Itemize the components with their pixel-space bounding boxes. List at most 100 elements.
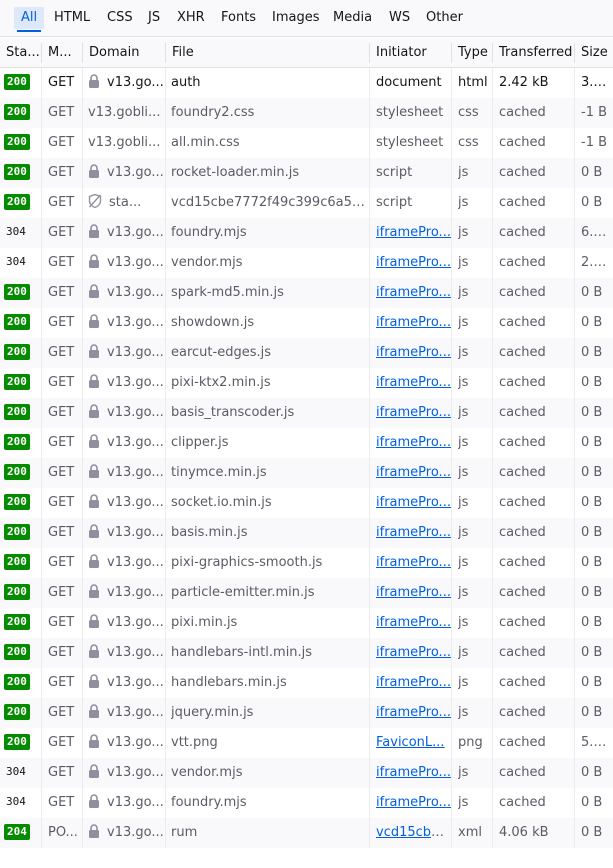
- cell-transferred: cached: [499, 735, 546, 750]
- request-row[interactable]: 200 GET v13.go... particle-emitter.min.js if…: [0, 578, 613, 608]
- status-badge: 200: [4, 343, 30, 360]
- column-divider: [41, 698, 42, 728]
- domain-text: v13.go...: [107, 555, 164, 570]
- initiator-link[interactable]: iframePro...: [376, 795, 451, 810]
- filter-tab-images[interactable]: Images: [265, 7, 327, 29]
- request-row[interactable]: 200 GET v13.go... pixi-ktx2.min.js iframePro…: [0, 368, 613, 398]
- column-divider: [165, 218, 166, 248]
- initiator-link[interactable]: iframePro...: [376, 285, 451, 300]
- request-row[interactable]: 200 GET v13.go... pixi.min.js iframePro... js…: [0, 608, 613, 638]
- column-header-method[interactable]: M...: [42, 38, 82, 67]
- request-row[interactable]: 304 GET v13.go... vendor.mjs iframePro... js c…: [0, 758, 613, 788]
- initiator-link[interactable]: iframePro...: [376, 375, 451, 390]
- request-row[interactable]: 200 GET v13.go... spark-md5.min.js iframePro…: [0, 278, 613, 308]
- column-divider: [369, 338, 370, 368]
- cell-transferred: cached: [499, 315, 546, 330]
- request-row[interactable]: 200 GET v13.go... auth document html 2.42 kB 3.…: [0, 68, 613, 98]
- lock-icon: [89, 554, 99, 568]
- cell-status: 304: [4, 758, 40, 788]
- request-row[interactable]: 200 GET v13.go... rocket-loader.min.js scrip…: [0, 158, 613, 188]
- column-divider: [41, 308, 42, 338]
- request-row[interactable]: 200 GET v13.go... basis.min.js iframePro... j…: [0, 518, 613, 548]
- cell-status: 200: [4, 68, 40, 98]
- column-divider: [574, 158, 575, 188]
- initiator-link[interactable]: iframePro...: [376, 315, 451, 330]
- column-header-transferred[interactable]: Transferred: [493, 38, 574, 67]
- filter-tab-js[interactable]: JS: [141, 7, 167, 29]
- initiator-link[interactable]: iframePro...: [376, 645, 451, 660]
- column-header-initiator[interactable]: Initiator: [370, 38, 451, 67]
- filter-tab-ws[interactable]: WS: [382, 7, 417, 29]
- request-row[interactable]: 200 GET v13.go... handlebars.min.js iframePr…: [0, 668, 613, 698]
- column-divider: [369, 578, 370, 608]
- initiator-link[interactable]: iframePro...: [376, 675, 451, 690]
- request-row[interactable]: 200 GET v13.go... pixi-graphics-smooth.js if…: [0, 548, 613, 578]
- cell-method: GET: [48, 285, 75, 300]
- domain-text: v13.go...: [107, 525, 164, 540]
- cell-transferred: cached: [499, 585, 546, 600]
- cell-transferred: cached: [499, 555, 546, 570]
- column-header-status[interactable]: Sta...: [0, 38, 40, 67]
- initiator-link[interactable]: iframePro...: [376, 255, 451, 270]
- request-row[interactable]: 200 GET v13.go... socket.io.min.js iframePro…: [0, 488, 613, 518]
- initiator-link[interactable]: iframePro...: [376, 555, 451, 570]
- column-divider: [451, 668, 452, 698]
- cell-transferred: cached: [499, 345, 546, 360]
- initiator-link[interactable]: iframePro...: [376, 225, 451, 240]
- request-row[interactable]: 200 GET v13.gobli... all.min.css stylesheet c…: [0, 128, 613, 158]
- request-row[interactable]: 200 GET v13.go... tinymce.min.js iframePro..…: [0, 458, 613, 488]
- initiator-link[interactable]: iframePro...: [376, 405, 451, 420]
- column-divider: [451, 308, 452, 338]
- initiator-link[interactable]: iframePro...: [376, 705, 451, 720]
- request-row[interactable]: 200 GET sta... vcd15cbe7772f49c399c6a5babf2…: [0, 188, 613, 218]
- request-row[interactable]: 200 GET v13.go... handlebars-intl.min.js ifr…: [0, 638, 613, 668]
- column-divider: [451, 518, 452, 548]
- request-row[interactable]: 304 GET v13.go... foundry.mjs iframePro... js…: [0, 218, 613, 248]
- filter-tab-media[interactable]: Media: [326, 7, 379, 29]
- initiator-link[interactable]: iframePro...: [376, 495, 451, 510]
- status-badge: 200: [4, 493, 30, 510]
- cell-domain: v13.go...: [88, 818, 165, 848]
- column-divider: [369, 668, 370, 698]
- lock-icon: [89, 824, 99, 838]
- domain-text: v13.go...: [107, 825, 164, 840]
- filter-tab-all[interactable]: All: [14, 7, 45, 32]
- column-header-size[interactable]: Size: [575, 38, 613, 67]
- lock-icon: [89, 464, 99, 478]
- column-header-domain[interactable]: Domain: [83, 38, 164, 67]
- column-header-file[interactable]: File: [166, 38, 369, 67]
- request-row[interactable]: 200 GET v13.go... clipper.js iframePro... js c…: [0, 428, 613, 458]
- initiator-link[interactable]: iframePro...: [376, 435, 451, 450]
- request-row[interactable]: 200 GET v13.gobli... foundry2.css stylesheet…: [0, 98, 613, 128]
- initiator-link[interactable]: iframePro...: [376, 585, 451, 600]
- initiator-link[interactable]: vcd15cbe...: [376, 825, 451, 840]
- column-divider: [41, 368, 42, 398]
- filter-tab-other[interactable]: Other: [419, 7, 470, 29]
- initiator-link[interactable]: iframePro...: [376, 765, 451, 780]
- initiator-link[interactable]: iframePro...: [376, 615, 451, 630]
- filter-tab-html[interactable]: HTML: [47, 7, 97, 29]
- cell-method: GET: [48, 465, 75, 480]
- request-row[interactable]: 200 GET v13.go... jquery.min.js iframePro...…: [0, 698, 613, 728]
- filter-tab-fonts[interactable]: Fonts: [214, 7, 263, 29]
- cell-domain: v13.gobli...: [88, 128, 165, 158]
- column-header-type[interactable]: Type: [452, 38, 492, 67]
- cell-method: GET: [48, 195, 75, 210]
- request-row[interactable]: 200 GET v13.go... vtt.png FaviconL... png cach…: [0, 728, 613, 758]
- cell-file: foundry.mjs: [171, 225, 247, 240]
- filter-tab-css[interactable]: CSS: [100, 7, 140, 29]
- cell-transferred: cached: [499, 795, 546, 810]
- column-divider: [492, 398, 493, 428]
- request-row[interactable]: 200 GET v13.go... earcut-edges.js iframePro.…: [0, 338, 613, 368]
- initiator-link[interactable]: iframePro...: [376, 345, 451, 360]
- request-row[interactable]: 200 GET v13.go... basis_transcoder.js iframe…: [0, 398, 613, 428]
- request-row[interactable]: 200 GET v13.go... showdown.js iframePro... js…: [0, 308, 613, 338]
- initiator-link[interactable]: FaviconL...: [376, 735, 445, 750]
- column-divider: [165, 548, 166, 578]
- request-row[interactable]: 304 GET v13.go... vendor.mjs iframePro... js c…: [0, 248, 613, 278]
- request-row[interactable]: 204 PO... v13.go... rum vcd15cbe... xml 4.06 k…: [0, 818, 613, 848]
- initiator-link[interactable]: iframePro...: [376, 525, 451, 540]
- request-row[interactable]: 304 GET v13.go... foundry.mjs iframePro... js…: [0, 788, 613, 818]
- initiator-link[interactable]: iframePro...: [376, 465, 451, 480]
- filter-tab-xhr[interactable]: XHR: [170, 7, 212, 29]
